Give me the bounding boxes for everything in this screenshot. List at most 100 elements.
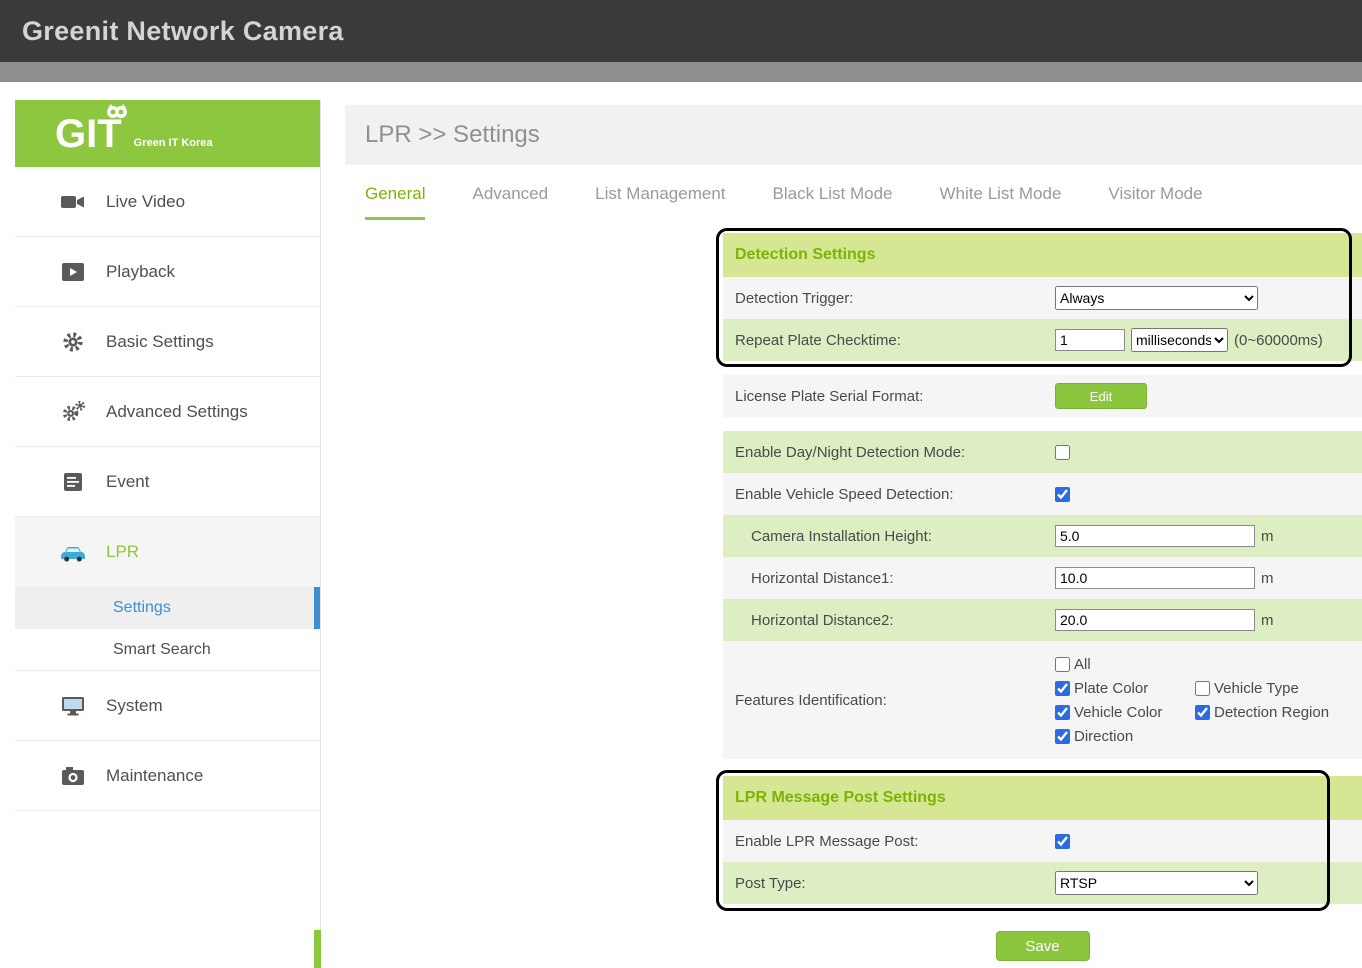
features-checkbox-group: All Plate Color Vehicle Type Vehicle Col… [1055, 646, 1329, 755]
checktime-range-hint: (0~60000ms) [1234, 332, 1323, 349]
sidebar-scroll-accent [314, 930, 321, 968]
horizontal-distance2-input[interactable] [1055, 609, 1255, 631]
sidebar-item-basic-settings[interactable]: Basic Settings [15, 307, 320, 377]
feature-direction[interactable]: Direction [1055, 728, 1195, 745]
sidebar-item-lpr[interactable]: LPR [15, 517, 320, 587]
row-license-plate-serial-format: License Plate Serial Format: Edit [723, 375, 1362, 417]
breadcrumb: LPR >> Settings [365, 121, 540, 149]
row-features-identification: Features Identification: All Plate Color… [723, 641, 1362, 759]
sidebar-item-live-video[interactable]: Live Video [15, 167, 320, 237]
tab-bar: General Advanced List Management Black L… [365, 184, 1203, 220]
monitor-icon [59, 696, 87, 716]
sidebar-item-label: Live Video [106, 192, 185, 212]
feature-all-checkbox[interactable] [1055, 657, 1070, 672]
repeat-checktime-input[interactable] [1055, 329, 1125, 351]
save-row: Save [723, 931, 1362, 961]
owl-icon [106, 104, 128, 119]
sidebar-subitem-label: Settings [113, 599, 171, 617]
event-page-icon [59, 472, 87, 492]
tab-advanced[interactable]: Advanced [472, 184, 548, 220]
day-night-label: Enable Day/Night Detection Mode: [723, 444, 1055, 461]
tab-list-management[interactable]: List Management [595, 184, 725, 220]
camera-height-input[interactable] [1055, 525, 1255, 547]
tab-visitor-mode[interactable]: Visitor Mode [1108, 184, 1202, 220]
tab-general[interactable]: General [365, 184, 425, 220]
video-camera-icon [59, 193, 87, 211]
checktime-unit-select[interactable]: milliseconds [1131, 328, 1228, 352]
day-night-checkbox[interactable] [1055, 445, 1070, 460]
section-header-detection-settings: Detection Settings [723, 233, 1362, 277]
feature-vehicle-type-checkbox[interactable] [1195, 681, 1210, 696]
sidebar-item-playback[interactable]: Playback [15, 237, 320, 307]
feature-direction-checkbox[interactable] [1055, 729, 1070, 744]
sidebar-item-label: LPR [106, 542, 139, 562]
tab-white-list-mode[interactable]: White List Mode [940, 184, 1062, 220]
edit-button[interactable]: Edit [1055, 383, 1147, 409]
feature-plate-color[interactable]: Plate Color [1055, 680, 1195, 697]
car-icon [59, 542, 87, 562]
row-vehicle-speed-detection: Enable Vehicle Speed Detection: [723, 473, 1362, 515]
sidebar: GIT Green IT Korea Live Video Playback [15, 100, 321, 968]
row-detection-trigger: Detection Trigger: Always [723, 277, 1362, 319]
vehicle-speed-checkbox[interactable] [1055, 487, 1070, 502]
logo-brand-text: GIT [55, 114, 122, 154]
sidebar-item-label: Event [106, 472, 149, 492]
post-type-label: Post Type: [723, 875, 1055, 892]
horizontal-distance1-unit: m [1261, 570, 1274, 587]
feature-detection-region-checkbox[interactable] [1195, 705, 1210, 720]
row-repeat-plate-checktime: Repeat Plate Checktime: milliseconds (0~… [723, 319, 1362, 361]
camera-height-unit: m [1261, 528, 1274, 545]
camera-height-label: Camera Installation Height: [723, 528, 1055, 545]
detection-trigger-select[interactable]: Always [1055, 286, 1258, 310]
post-type-select[interactable]: RTSP [1055, 871, 1258, 895]
play-icon [59, 263, 87, 281]
sidebar-subitem-smart-search[interactable]: Smart Search [15, 629, 320, 671]
gear-icon [59, 331, 87, 353]
sidebar-item-label: Basic Settings [106, 332, 214, 352]
section-header-lpr-message-post: LPR Message Post Settings [723, 776, 1362, 820]
sidebar-item-label: System [106, 696, 163, 716]
tab-black-list-mode[interactable]: Black List Mode [773, 184, 893, 220]
repeat-checktime-label: Repeat Plate Checktime: [723, 332, 1055, 349]
serial-format-label: License Plate Serial Format: [723, 388, 1055, 405]
feature-plate-color-checkbox[interactable] [1055, 681, 1070, 696]
features-grid-spacer [1195, 656, 1329, 673]
horizontal-distance1-input[interactable] [1055, 567, 1255, 589]
sidebar-item-label: Maintenance [106, 766, 203, 786]
breadcrumb-bar: LPR >> Settings [345, 105, 1362, 165]
features-identification-label: Features Identification: [723, 692, 1055, 709]
camera-box-icon [59, 766, 87, 786]
feature-vehicle-color[interactable]: Vehicle Color [1055, 704, 1195, 721]
row-camera-installation-height: Camera Installation Height: m [723, 515, 1362, 557]
horizontal-distance2-label: Horizontal Distance2: [723, 612, 1055, 629]
row-day-night-detection: Enable Day/Night Detection Mode: [723, 431, 1362, 473]
row-horizontal-distance1: Horizontal Distance1: m [723, 557, 1362, 599]
detection-trigger-label: Detection Trigger: [723, 290, 1055, 307]
horizontal-distance2-unit: m [1261, 612, 1274, 629]
sidebar-item-label: Advanced Settings [106, 402, 248, 422]
sidebar-subitem-settings[interactable]: Settings [15, 587, 320, 629]
sidebar-item-system[interactable]: System [15, 671, 320, 741]
logo: GIT Green IT Korea [15, 100, 320, 167]
sidebar-item-event[interactable]: Event [15, 447, 320, 517]
enable-lpr-post-label: Enable LPR Message Post: [723, 833, 1055, 850]
vehicle-speed-label: Enable Vehicle Speed Detection: [723, 486, 1055, 503]
sidebar-nav: Live Video Playback Basic Settings Advan… [15, 167, 320, 811]
save-button[interactable]: Save [996, 931, 1090, 961]
horizontal-distance1-label: Horizontal Distance1: [723, 570, 1055, 587]
row-enable-lpr-message-post: Enable LPR Message Post: [723, 820, 1362, 862]
gears-icon [59, 400, 87, 423]
app-title: Greenit Network Camera [22, 16, 344, 47]
logo-subtitle: Green IT Korea [134, 137, 213, 149]
sidebar-item-label: Playback [106, 262, 175, 282]
enable-lpr-post-checkbox[interactable] [1055, 834, 1070, 849]
settings-form: Detection Settings Detection Trigger: Al… [723, 233, 1362, 961]
row-horizontal-distance2: Horizontal Distance2: m [723, 599, 1362, 641]
sidebar-subitem-label: Smart Search [113, 641, 211, 659]
feature-vehicle-type[interactable]: Vehicle Type [1195, 680, 1329, 697]
sidebar-item-advanced-settings[interactable]: Advanced Settings [15, 377, 320, 447]
sidebar-item-maintenance[interactable]: Maintenance [15, 741, 320, 811]
feature-all[interactable]: All [1055, 656, 1195, 673]
feature-detection-region[interactable]: Detection Region [1195, 704, 1329, 721]
feature-vehicle-color-checkbox[interactable] [1055, 705, 1070, 720]
